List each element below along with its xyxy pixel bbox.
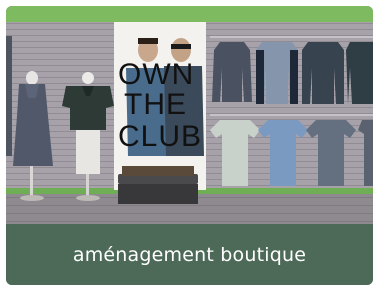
- caption-bar[interactable]: aménagement boutique: [6, 224, 373, 285]
- left-edge-garment: [6, 36, 12, 156]
- upper-garment-3: [302, 42, 344, 104]
- poster-line-1: OWN: [118, 58, 194, 91]
- store-photo: OWN THE CLUB: [6, 6, 373, 224]
- poster-line-2: THE: [124, 88, 187, 121]
- upper-garment-1: [212, 42, 252, 102]
- caption-text[interactable]: aménagement boutique: [73, 244, 306, 266]
- bench: [118, 166, 198, 204]
- upper-rail: [210, 36, 373, 38]
- upper-garment-2: [256, 42, 298, 104]
- store-fitting-card[interactable]: OWN THE CLUB aménagement boutique: [6, 6, 373, 285]
- store-scene: OWN THE CLUB: [6, 6, 373, 224]
- poster-panel: OWN THE CLUB: [114, 22, 206, 190]
- top-green-strip: [6, 6, 373, 22]
- lower-rail: [210, 114, 373, 116]
- poster-line-3: CLUB: [118, 120, 202, 153]
